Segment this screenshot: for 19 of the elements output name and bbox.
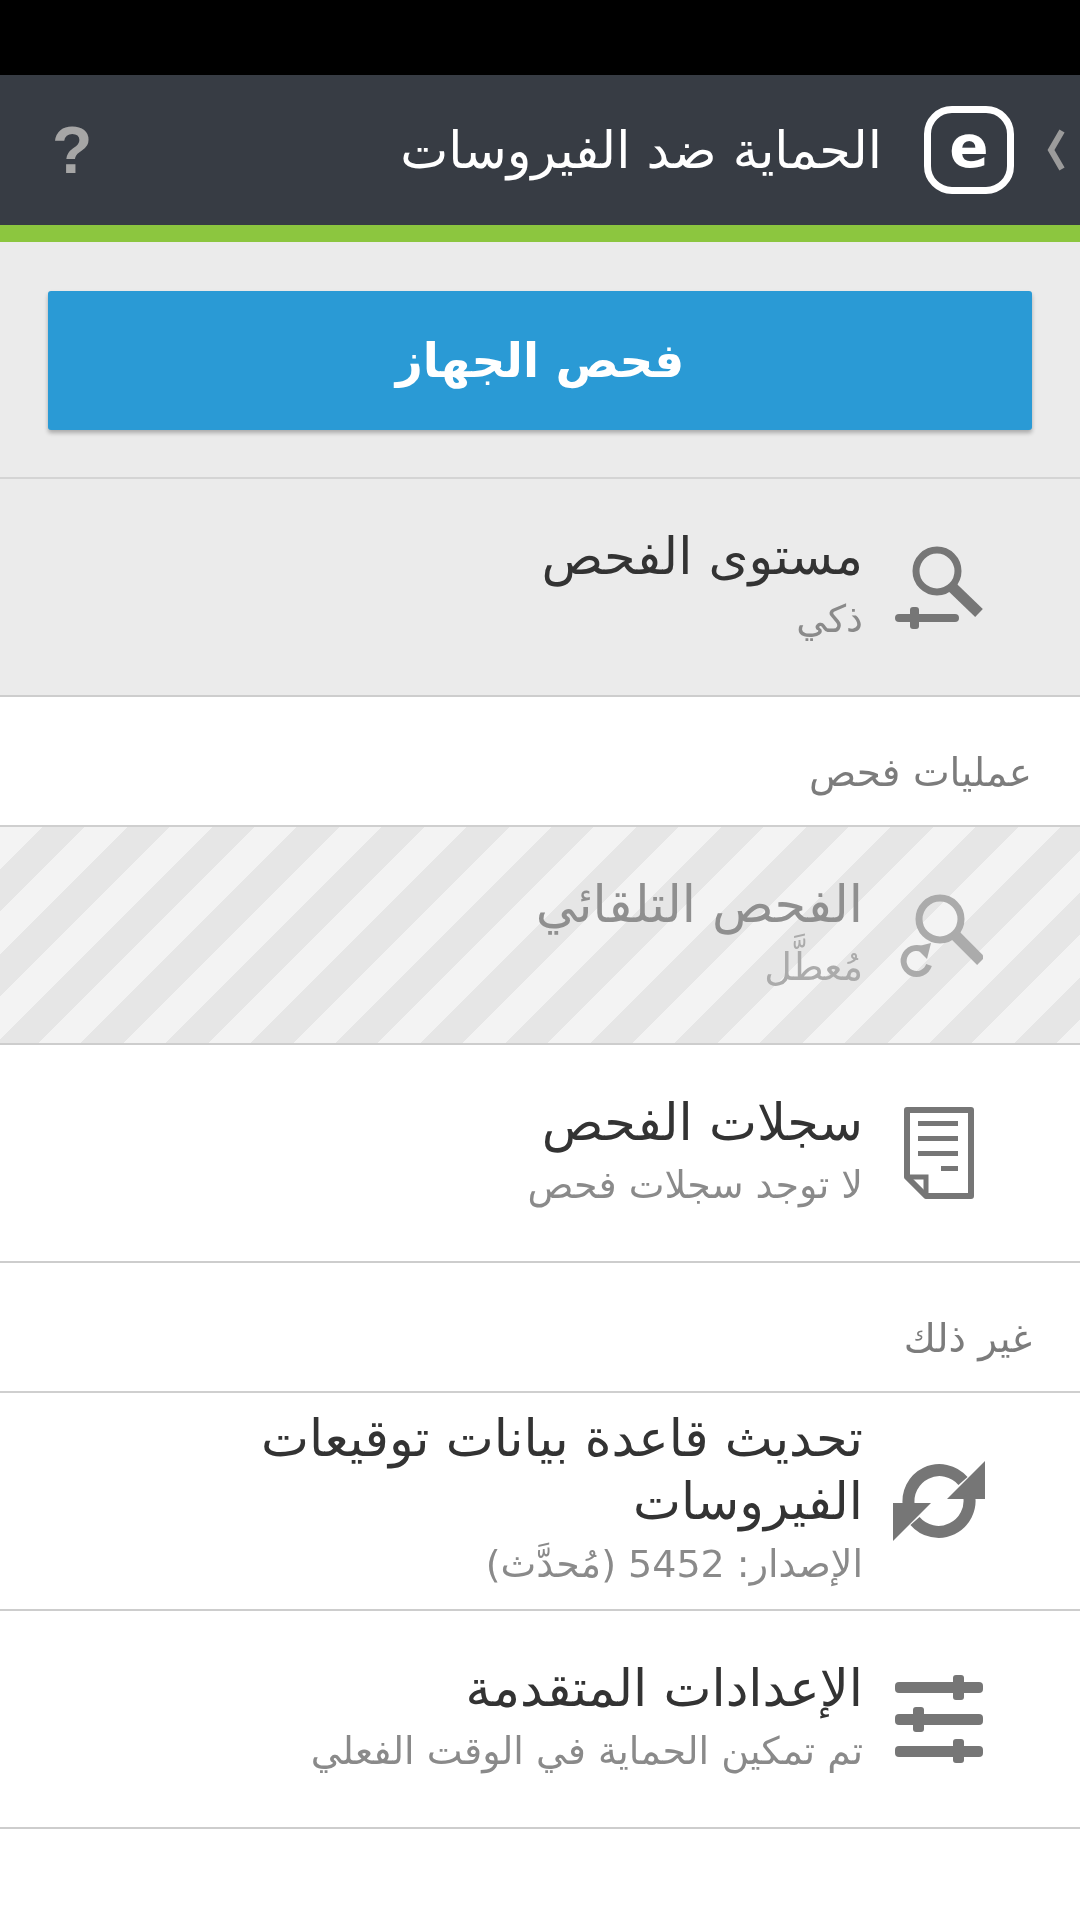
- document-icon: [904, 1107, 974, 1199]
- header-title: الحماية ضد الفيروسات: [400, 120, 882, 180]
- item-subtitle: تم تمكين الحماية في الوقت الفعلي: [310, 1727, 863, 1776]
- item-title: الفحص التلقائي: [535, 873, 863, 935]
- item-subtitle: ذكي: [796, 595, 863, 643]
- back-chevron-icon[interactable]: [1046, 128, 1066, 172]
- item-title: سجلات الفحص: [541, 1091, 863, 1154]
- section-heading: عمليات فحص: [808, 749, 1032, 795]
- list-item[interactable]: مستوى الفحص ذكي: [0, 479, 1080, 697]
- app-logo: e: [924, 106, 1014, 194]
- item-title: الإعدادات المتقدمة: [465, 1657, 863, 1720]
- item-title: تحديث قاعدة بيانات توقيعات الفيروسات: [260, 1408, 863, 1533]
- sliders-icon: [895, 1675, 983, 1763]
- item-title: مستوى الفحص: [541, 525, 863, 588]
- item-subtitle: لا توجد سجلات فحص: [527, 1161, 863, 1210]
- item-subtitle: الإصدار: 5452 (مُحدَّث): [485, 1541, 863, 1588]
- section-heading: غير ذلك: [903, 1315, 1032, 1361]
- help-button[interactable]: ?: [46, 117, 99, 183]
- item-subtitle: مُعطَّل: [764, 935, 863, 998]
